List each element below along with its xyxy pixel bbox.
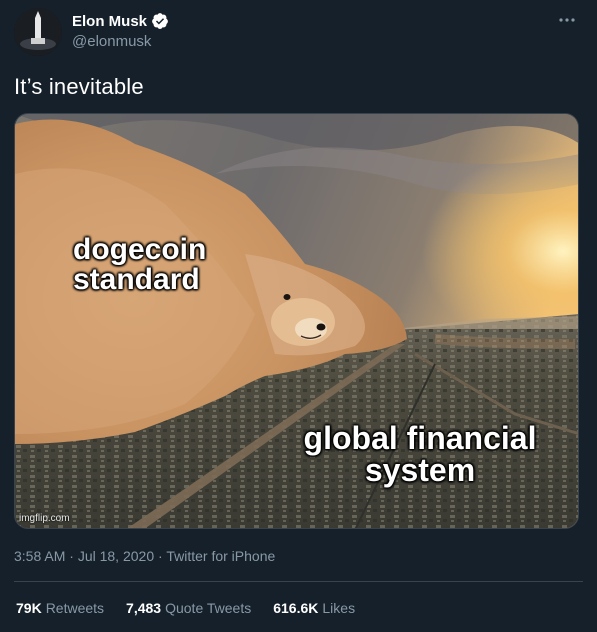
divider [14,581,583,582]
avatar[interactable] [14,8,62,56]
name-row: Elon Musk [72,12,169,30]
tweet-date[interactable]: Jul 18, 2020 [78,548,154,564]
quote-tweets-stat[interactable]: 7,483 Quote Tweets [126,600,251,616]
image-watermark: imgflip.com [19,513,70,524]
meme-caption-top: dogecoin standard [73,233,207,296]
avatar-image [14,8,62,56]
likes-label: Likes [322,600,356,616]
retweets-label: Retweets [45,600,105,616]
tweet-time[interactable]: 3:58 AM [14,548,65,564]
retweets-stat[interactable]: 79K Retweets [16,600,104,616]
tweet-header: Elon Musk @elonmusk [14,8,583,60]
tweet-text: It’s inevitable [14,74,144,99]
likes-count: 616.6K [273,600,319,616]
more-options-icon[interactable] [553,10,581,30]
tweet-stats: 79K Retweets 7,483 Quote Tweets 616.6K Like… [16,600,355,616]
retweets-count: 79K [16,600,42,616]
meta-separator: · [158,548,163,564]
quote-tweets-label: Quote Tweets [165,600,252,616]
quote-tweets-count: 7,483 [126,600,162,616]
likes-stat[interactable]: 616.6K Likes [273,600,355,616]
verified-badge-icon [151,12,169,30]
tweet-card: Elon Musk @elonmusk It’s inevitable doge… [0,0,597,632]
author-block: Elon Musk @elonmusk [72,12,169,50]
tweet-source[interactable]: Twitter for iPhone [166,548,275,564]
user-handle[interactable]: @elonmusk [72,33,169,50]
meta-separator: · [69,548,74,564]
tweet-meta: 3:58 AM · Jul 18, 2020 · Twitter for iPh… [14,548,275,564]
tweet-image[interactable]: dogecoin standard global financial syste… [14,113,579,529]
display-name[interactable]: Elon Musk [72,13,147,30]
meme-caption-bottom: global financial system [303,420,537,488]
